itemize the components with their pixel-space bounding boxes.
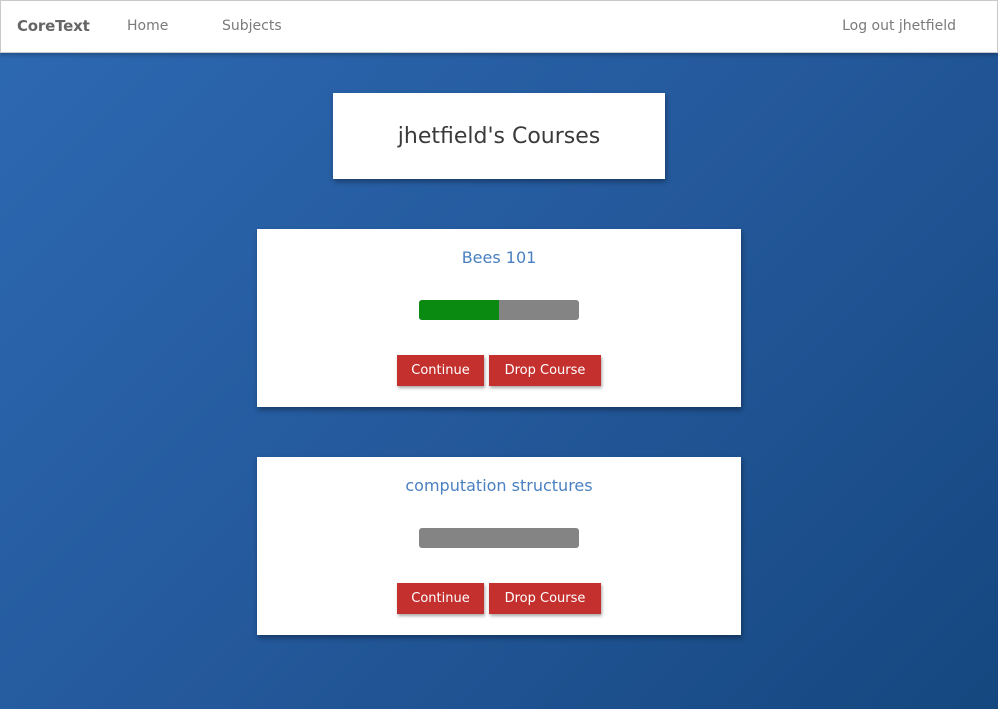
nav-home-link[interactable]: Home — [127, 18, 168, 34]
brand-logo[interactable]: CoreText — [17, 17, 90, 35]
course-title-link[interactable]: Bees 101 — [257, 248, 741, 267]
course-progress-fill — [419, 300, 499, 320]
drop-course-button[interactable]: Drop Course — [489, 583, 601, 614]
course-title-link[interactable]: computation structures — [257, 476, 741, 495]
logout-link[interactable]: Log out jhetfield — [842, 18, 956, 34]
nav-subjects-link[interactable]: Subjects — [222, 18, 282, 34]
page-title-card: jhetfield's Courses — [333, 93, 665, 179]
page-title: jhetfield's Courses — [397, 123, 601, 149]
course-card: Bees 101 Continue Drop Course — [257, 229, 741, 407]
top-navbar: CoreText Home Subjects Log out jhetfield — [0, 0, 998, 53]
course-progress-bar — [419, 528, 579, 548]
course-card: computation structures Continue Drop Cou… — [257, 457, 741, 635]
continue-button[interactable]: Continue — [397, 583, 484, 614]
course-progress-bar — [419, 300, 579, 320]
drop-course-button[interactable]: Drop Course — [489, 355, 601, 386]
continue-button[interactable]: Continue — [397, 355, 484, 386]
